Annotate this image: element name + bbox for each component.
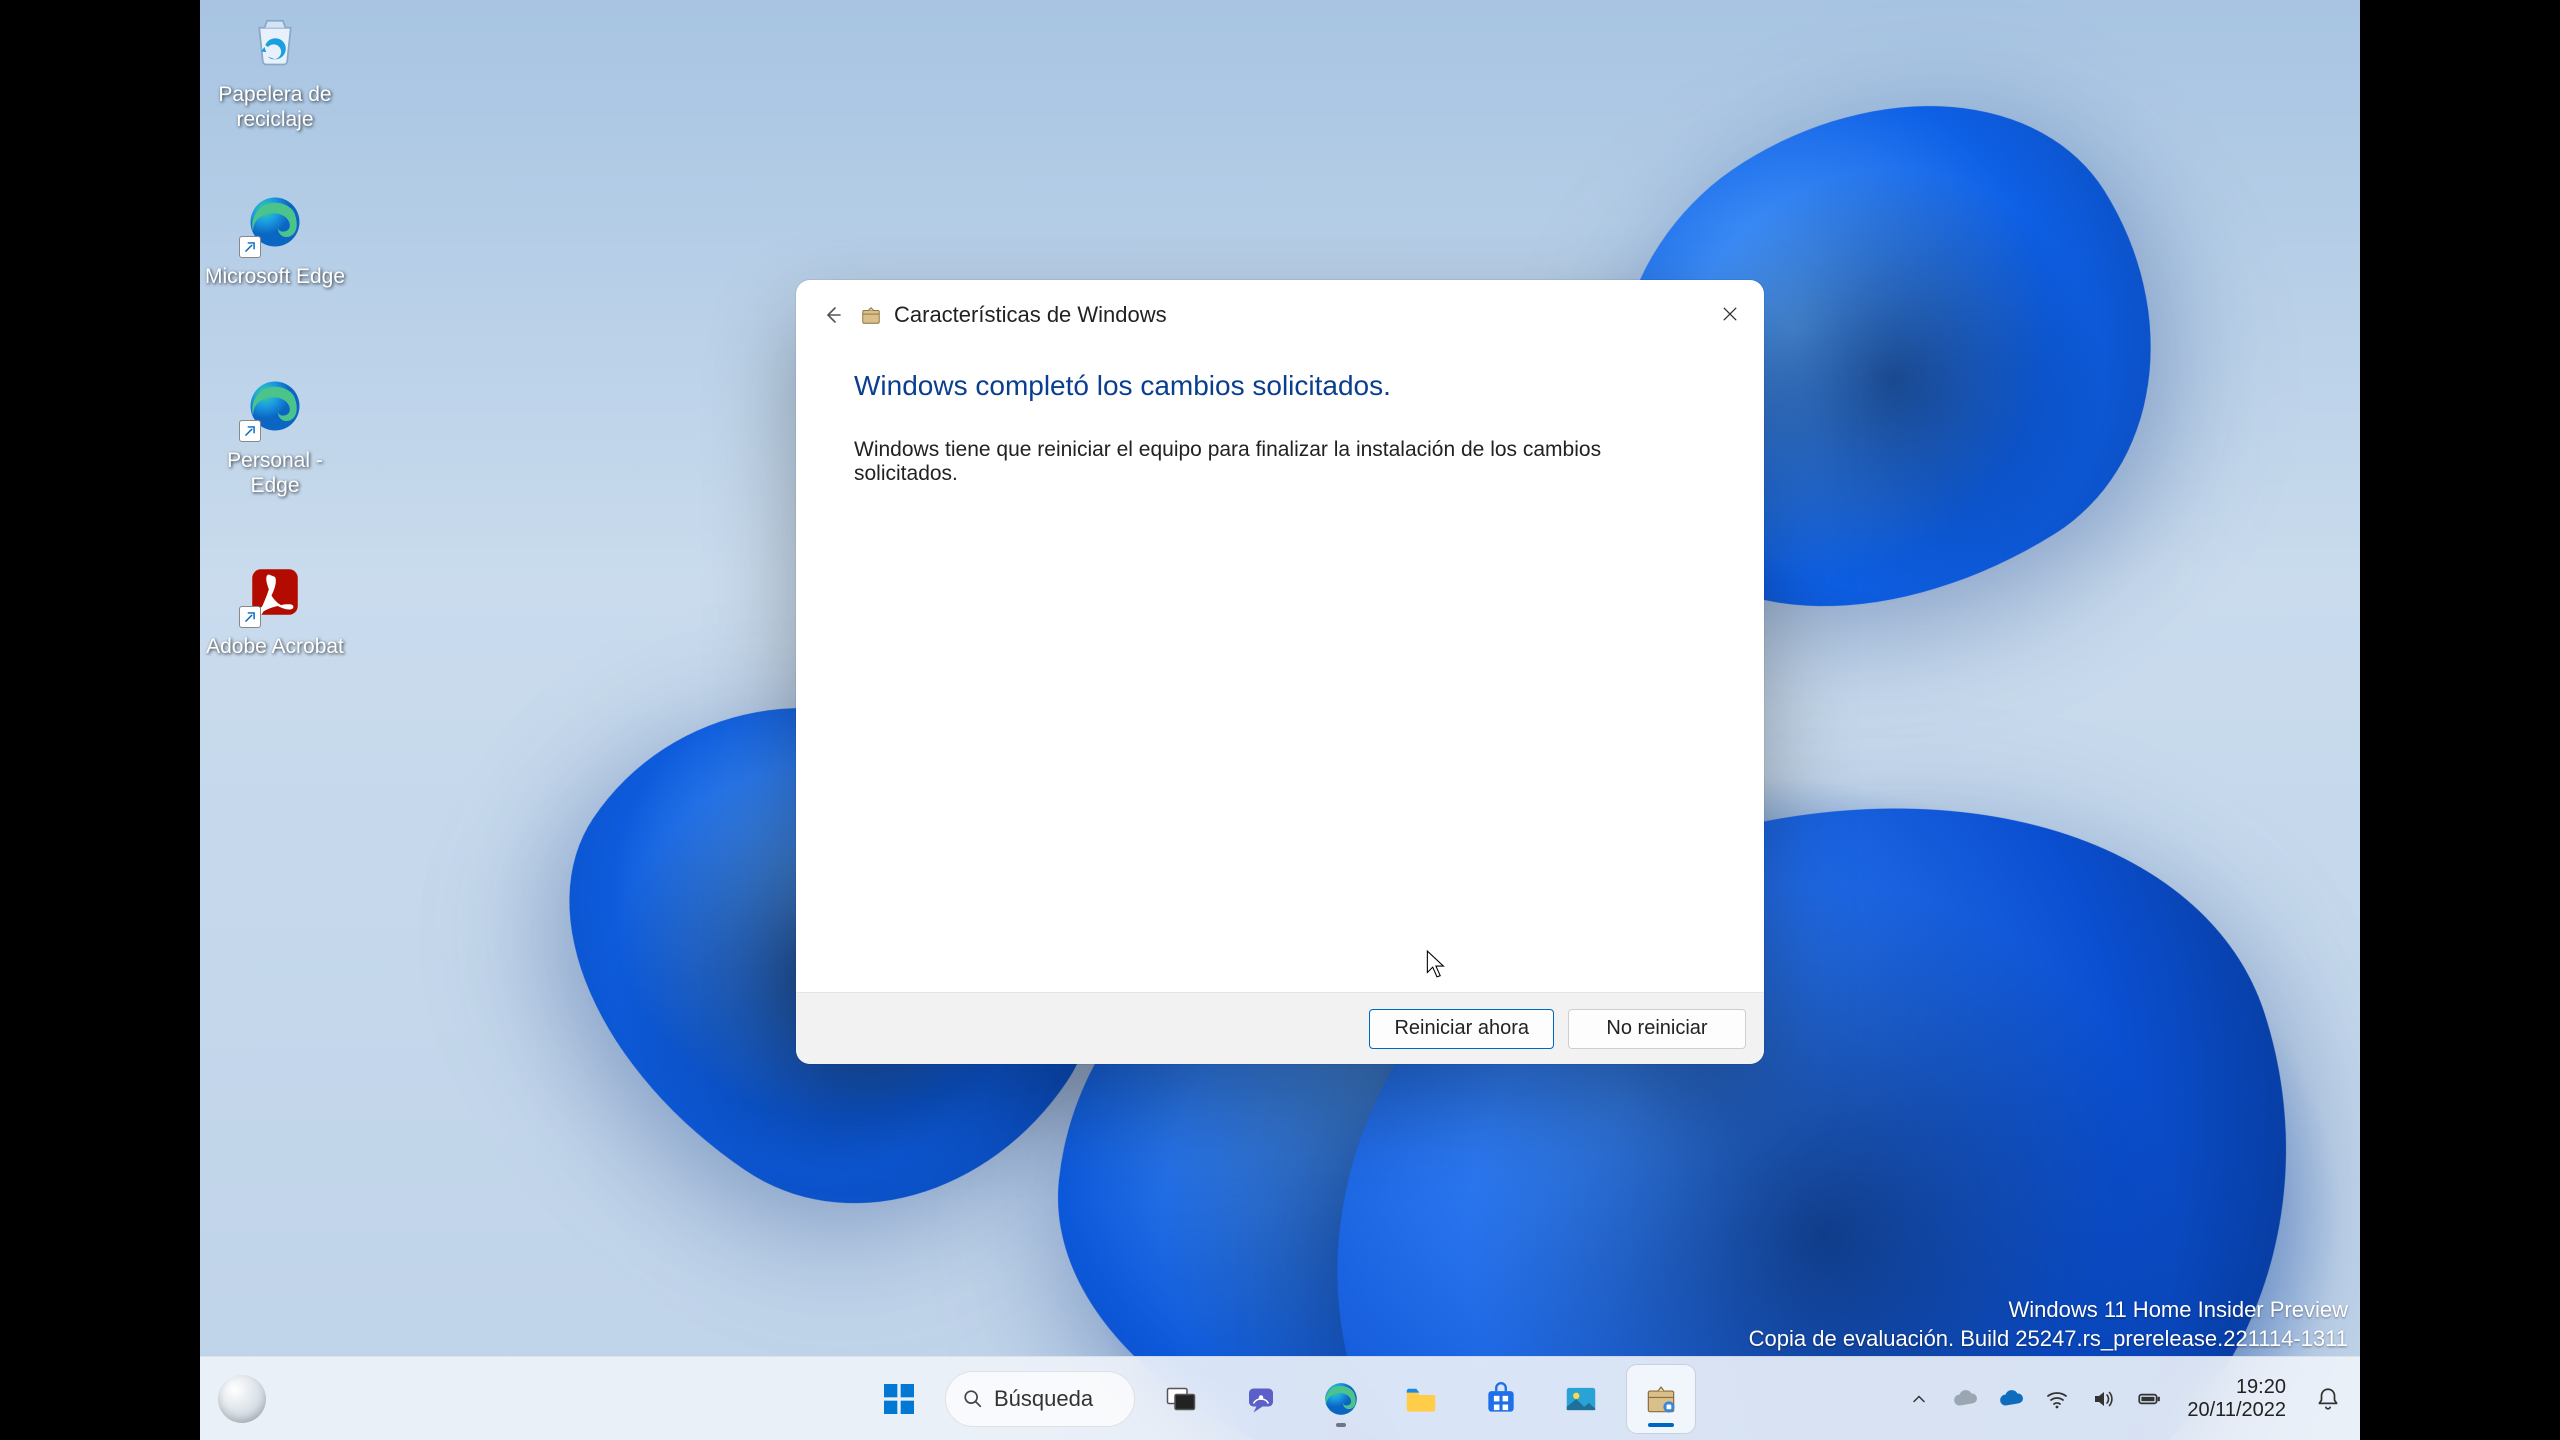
tray-battery[interactable]	[2135, 1385, 2163, 1413]
tray-overflow[interactable]	[1905, 1385, 1933, 1413]
desktop[interactable]: Papelera de reciclaje Microsoft Edge Per…	[200, 0, 2360, 1440]
desktop-icon-edge[interactable]: Microsoft Edge	[200, 186, 350, 289]
taskbar-tray: 19:20 20/11/2022	[1905, 1376, 2346, 1422]
taskbar-store[interactable]	[1467, 1365, 1535, 1433]
clock-time: 19:20	[2187, 1376, 2286, 1399]
battery-icon	[2136, 1386, 2162, 1412]
task-view-icon	[1163, 1381, 1199, 1417]
taskbar-edge[interactable]	[1307, 1365, 1375, 1433]
taskbar-windows-features[interactable]	[1627, 1365, 1695, 1433]
edge-icon	[239, 370, 311, 442]
dont-restart-button[interactable]: No reiniciar	[1568, 1009, 1746, 1049]
close-icon	[1720, 304, 1740, 324]
dialog-heading: Windows completó los cambios solicitados…	[854, 370, 1706, 402]
tray-onedrive-grey[interactable]	[1951, 1385, 1979, 1413]
chevron-up-icon	[1909, 1389, 1929, 1409]
windows-features-dialog: Características de Windows Windows compl…	[796, 280, 1764, 1064]
taskbar: Búsqueda	[200, 1356, 2360, 1440]
edge-icon	[239, 186, 311, 258]
bell-icon	[2315, 1386, 2341, 1412]
taskbar-clock[interactable]: 19:20 20/11/2022	[2181, 1376, 2292, 1422]
tray-volume[interactable]	[2089, 1385, 2117, 1413]
windows-logo-icon	[879, 1379, 919, 1419]
arrow-left-icon	[821, 303, 845, 327]
desktop-icon-label: Microsoft Edge	[200, 264, 350, 289]
watermark-line1: Windows 11 Home Insider Preview	[1749, 1295, 2348, 1325]
recycle-bin-icon	[239, 4, 311, 76]
restart-now-button[interactable]: Reiniciar ahora	[1369, 1009, 1554, 1049]
cloud-icon	[1952, 1386, 1978, 1412]
acrobat-icon	[239, 556, 311, 628]
insider-watermark: Windows 11 Home Insider Preview Copia de…	[1749, 1295, 2348, 1354]
start-button[interactable]	[865, 1365, 933, 1433]
taskbar-chat[interactable]	[1227, 1365, 1295, 1433]
chat-icon	[1243, 1381, 1279, 1417]
package-icon	[858, 302, 884, 328]
taskbar-center: Búsqueda	[865, 1365, 1695, 1433]
photos-icon	[1562, 1380, 1600, 1418]
shortcut-badge-icon	[239, 420, 261, 442]
taskbar-task-view[interactable]	[1147, 1365, 1215, 1433]
volume-icon	[2091, 1387, 2115, 1411]
clock-date: 20/11/2022	[2187, 1399, 2286, 1422]
wifi-icon	[2045, 1387, 2069, 1411]
dialog-footer: Reiniciar ahora No reiniciar	[796, 992, 1764, 1064]
shortcut-badge-icon	[239, 606, 261, 628]
taskbar-photos[interactable]	[1547, 1365, 1615, 1433]
dialog-close-button[interactable]	[1708, 292, 1752, 336]
taskbar-file-explorer[interactable]	[1387, 1365, 1455, 1433]
taskbar-notifications[interactable]	[2310, 1381, 2346, 1417]
desktop-icon-label: Adobe Acrobat	[200, 634, 350, 659]
desktop-icon-label: Personal - Edge	[200, 448, 350, 498]
dialog-message: Windows tiene que reiniciar el equipo pa…	[854, 438, 1706, 486]
edge-icon	[1322, 1380, 1360, 1418]
search-icon	[962, 1388, 984, 1410]
desktop-icon-label: Papelera de reciclaje	[200, 82, 350, 132]
dialog-title: Características de Windows	[894, 302, 1167, 328]
taskbar-orb-icon[interactable]	[218, 1375, 266, 1423]
desktop-icon-edge-personal[interactable]: Personal - Edge	[200, 370, 350, 498]
package-icon	[1642, 1380, 1680, 1418]
shortcut-badge-icon	[239, 236, 261, 258]
tray-onedrive[interactable]	[1997, 1385, 2025, 1413]
taskbar-search[interactable]: Búsqueda	[945, 1371, 1135, 1427]
taskbar-search-placeholder: Búsqueda	[994, 1386, 1093, 1412]
folder-icon	[1402, 1380, 1440, 1418]
dialog-back-button[interactable]	[814, 296, 852, 334]
store-icon	[1482, 1380, 1520, 1418]
desktop-icon-acrobat[interactable]: Adobe Acrobat	[200, 556, 350, 659]
watermark-line2: Copia de evaluación. Build 25247.rs_prer…	[1749, 1324, 2348, 1354]
tray-wifi[interactable]	[2043, 1385, 2071, 1413]
cloud-icon	[1998, 1386, 2024, 1412]
desktop-icon-recycle-bin[interactable]: Papelera de reciclaje	[200, 4, 350, 132]
